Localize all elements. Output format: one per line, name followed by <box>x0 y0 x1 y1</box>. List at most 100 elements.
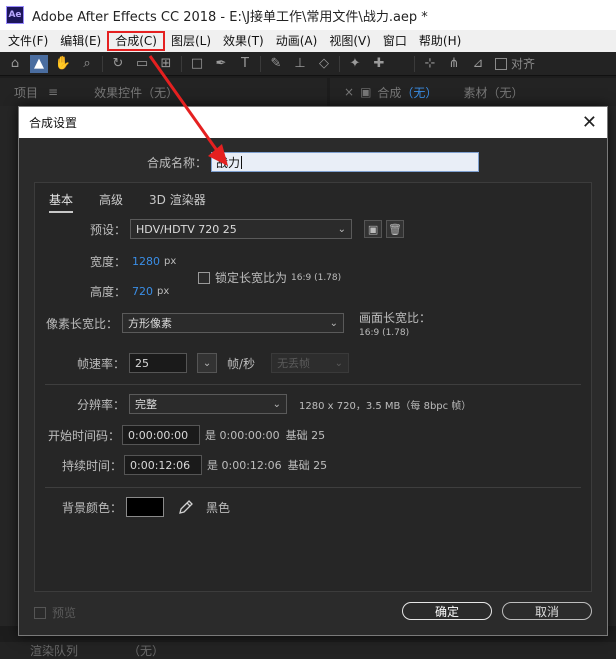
preview-row: 预览 <box>34 604 76 621</box>
lock-aspect-checkbox[interactable] <box>198 271 210 284</box>
footage-tab[interactable]: 素材（无） <box>463 84 523 101</box>
tab-3d-renderer[interactable]: 3D 渲染器 <box>149 191 206 213</box>
frame-rate-input[interactable]: 25 <box>129 353 188 373</box>
frame-aspect-value: 16:9 (1.78) <box>359 328 410 338</box>
window-title: Adobe After Effects CC 2018 - E:\J接单工作\常… <box>32 9 428 25</box>
local-axis-icon[interactable]: ⊹ <box>421 55 439 73</box>
hand-tool-icon[interactable]: ✋ <box>54 55 72 73</box>
duration-is: 是 0:00:12:06 <box>207 459 282 472</box>
puppet-pin-tool-icon[interactable]: ✚ <box>370 55 388 73</box>
resolution-row: 分辨率： 完整 ⌄ 1280 x 720，3.5 MB（每 8bpc 帧） <box>77 394 471 414</box>
toolbar-divider <box>102 55 103 72</box>
pixel-aspect-row: 像素长宽比： 方形像素 ⌄ <box>46 313 345 333</box>
close-tab-icon[interactable]: × <box>344 85 354 99</box>
selection-tool-icon[interactable]: ▲ <box>30 54 48 73</box>
menu-help[interactable]: 帮助(H) <box>413 31 467 51</box>
duration-value: 0:00:12:06 <box>130 458 191 472</box>
effect-controls-tab[interactable]: 效果控件（无） <box>94 84 178 101</box>
menu-edit[interactable]: 编辑(E) <box>54 31 107 51</box>
eyedropper-icon[interactable] <box>176 497 196 517</box>
height-value[interactable]: 720 <box>132 285 153 298</box>
lock-icon[interactable]: ▣ <box>360 85 371 99</box>
frame-aspect-group: 画面长宽比： 16:9 (1.78) <box>359 309 431 338</box>
menu-lines-icon[interactable]: ≡ <box>48 85 58 99</box>
menu-animation[interactable]: 动画(A) <box>270 31 324 51</box>
frame-rate-label: 帧速率： <box>77 356 126 371</box>
preset-value: HDV/HDTV 720 25 <box>136 222 237 236</box>
preset-select[interactable]: HDV/HDTV 720 25 ⌄ <box>130 219 353 239</box>
view-axis-icon[interactable]: ⊿ <box>469 55 487 73</box>
lock-aspect-ratio: 16:9 (1.78) <box>291 272 342 283</box>
drop-frame-select: 无丢帧 ⌄ <box>271 353 350 373</box>
snap-label: 对齐 <box>511 57 536 71</box>
close-icon[interactable]: ✕ <box>582 113 597 132</box>
home-icon[interactable]: ⌂ <box>6 55 24 73</box>
duration-row: 持续时间： 0:00:12:06 是 0:00:12:06 基础 25 <box>62 455 327 475</box>
width-value[interactable]: 1280 <box>132 255 160 268</box>
tab-basic[interactable]: 基本 <box>49 191 74 213</box>
zoom-tool-icon[interactable]: ⌕ <box>78 55 96 73</box>
ok-button[interactable]: 确定 <box>402 602 492 620</box>
save-preset-icon[interactable]: ▣ <box>364 220 383 238</box>
section-divider <box>45 487 581 488</box>
preview-checkbox[interactable] <box>34 606 46 619</box>
comp-name-row: 合成名称： 战力 <box>147 152 480 172</box>
composition-tab-label: 合成 <box>377 85 402 100</box>
comp-name-label: 合成名称： <box>147 155 208 170</box>
resolution-value: 完整 <box>135 398 158 411</box>
roto-brush-tool-icon[interactable]: ✦ <box>346 55 364 73</box>
pan-behind-tool-icon[interactable]: ⊞ <box>157 55 175 73</box>
pen-tool-icon[interactable]: ✒ <box>212 55 230 73</box>
type-tool-icon[interactable]: T <box>236 55 254 73</box>
duration-label: 持续时间： <box>62 458 123 473</box>
render-queue-tab[interactable]: 渲染队列 <box>30 642 78 659</box>
start-timecode-label: 开始时间码： <box>48 428 121 443</box>
pixel-aspect-select[interactable]: 方形像素 ⌄ <box>122 313 345 333</box>
height-label: 高度： <box>90 285 127 299</box>
height-row: 高度： 720 px <box>90 283 169 300</box>
trash-icon[interactable]: 🗑 <box>386 220 405 238</box>
toolbar-divider <box>339 55 340 72</box>
menu-layer[interactable]: 图层(L) <box>165 31 217 51</box>
tools-toolbar: ⌂ ▲ ✋ ⌕ ↻ ▭ ⊞ □ ✒ T ✎ ⊥ ◇ ✦ ✚ ⊹ ⋔ ⊿ 对齐 <box>0 52 616 76</box>
clone-stamp-tool-icon[interactable]: ⊥ <box>291 55 309 73</box>
project-panel-tab[interactable]: 项目 <box>14 84 38 101</box>
frame-rate-dropdown[interactable]: ⌄ <box>197 353 218 373</box>
resolution-select[interactable]: 完整 ⌄ <box>129 394 288 414</box>
camera-tool-icon[interactable]: ▭ <box>133 55 151 73</box>
comp-name-value: 战力 <box>216 155 241 170</box>
height-unit: px <box>157 286 170 297</box>
project-panel-body <box>0 106 18 626</box>
brush-tool-icon[interactable]: ✎ <box>267 55 285 73</box>
settings-panel: 基本 高级 3D 渲染器 预设： HDV/HDTV 720 25 ⌄ ▣ 🗑 宽… <box>34 182 592 592</box>
menu-bar: 文件(F) 编辑(E) 合成(C) 图层(L) 效果(T) 动画(A) 视图(V… <box>0 30 616 52</box>
background-color-swatch[interactable] <box>126 497 165 517</box>
chevron-down-icon: ⌄ <box>329 317 339 329</box>
duration-input[interactable]: 0:00:12:06 <box>124 455 203 475</box>
background-color-name: 黑色 <box>206 500 231 515</box>
rectangle-tool-icon[interactable]: □ <box>188 55 206 73</box>
menu-file[interactable]: 文件(F) <box>2 31 54 51</box>
composition-tab[interactable]: 合成（无） <box>377 84 437 101</box>
tab-advanced[interactable]: 高级 <box>99 191 123 213</box>
window-titlebar: Ae Adobe After Effects CC 2018 - E:\J接单工… <box>0 0 616 30</box>
snap-checkbox[interactable] <box>495 57 507 70</box>
menu-window[interactable]: 窗口 <box>377 31 413 51</box>
comp-name-input[interactable]: 战力 <box>211 152 480 172</box>
resolution-label: 分辨率： <box>77 397 126 412</box>
start-timecode-input[interactable]: 0:00:00:00 <box>122 425 201 445</box>
menu-view[interactable]: 视图(V) <box>323 31 377 51</box>
composition-tab-value: （无） <box>401 85 438 100</box>
rotate-tool-icon[interactable]: ↻ <box>109 55 127 73</box>
render-queue-tabbar: 渲染队列 （无） <box>0 642 616 659</box>
frame-rate-row: 帧速率： 25 ⌄ 帧/秒 无丢帧 ⌄ <box>77 353 350 373</box>
menu-composition[interactable]: 合成(C) <box>107 31 165 51</box>
world-axis-icon[interactable]: ⋔ <box>445 55 463 73</box>
frame-rate-value: 25 <box>135 356 150 370</box>
cancel-button[interactable]: 取消 <box>502 602 592 620</box>
width-row: 宽度： 1280 px <box>90 253 176 270</box>
menu-effect[interactable]: 效果(T) <box>217 31 270 51</box>
eraser-tool-icon[interactable]: ◇ <box>315 55 333 73</box>
start-timecode-row: 开始时间码： 0:00:00:00 是 0:00:00:00 基础 25 <box>48 425 325 445</box>
chevron-down-icon: ⌄ <box>202 357 212 369</box>
